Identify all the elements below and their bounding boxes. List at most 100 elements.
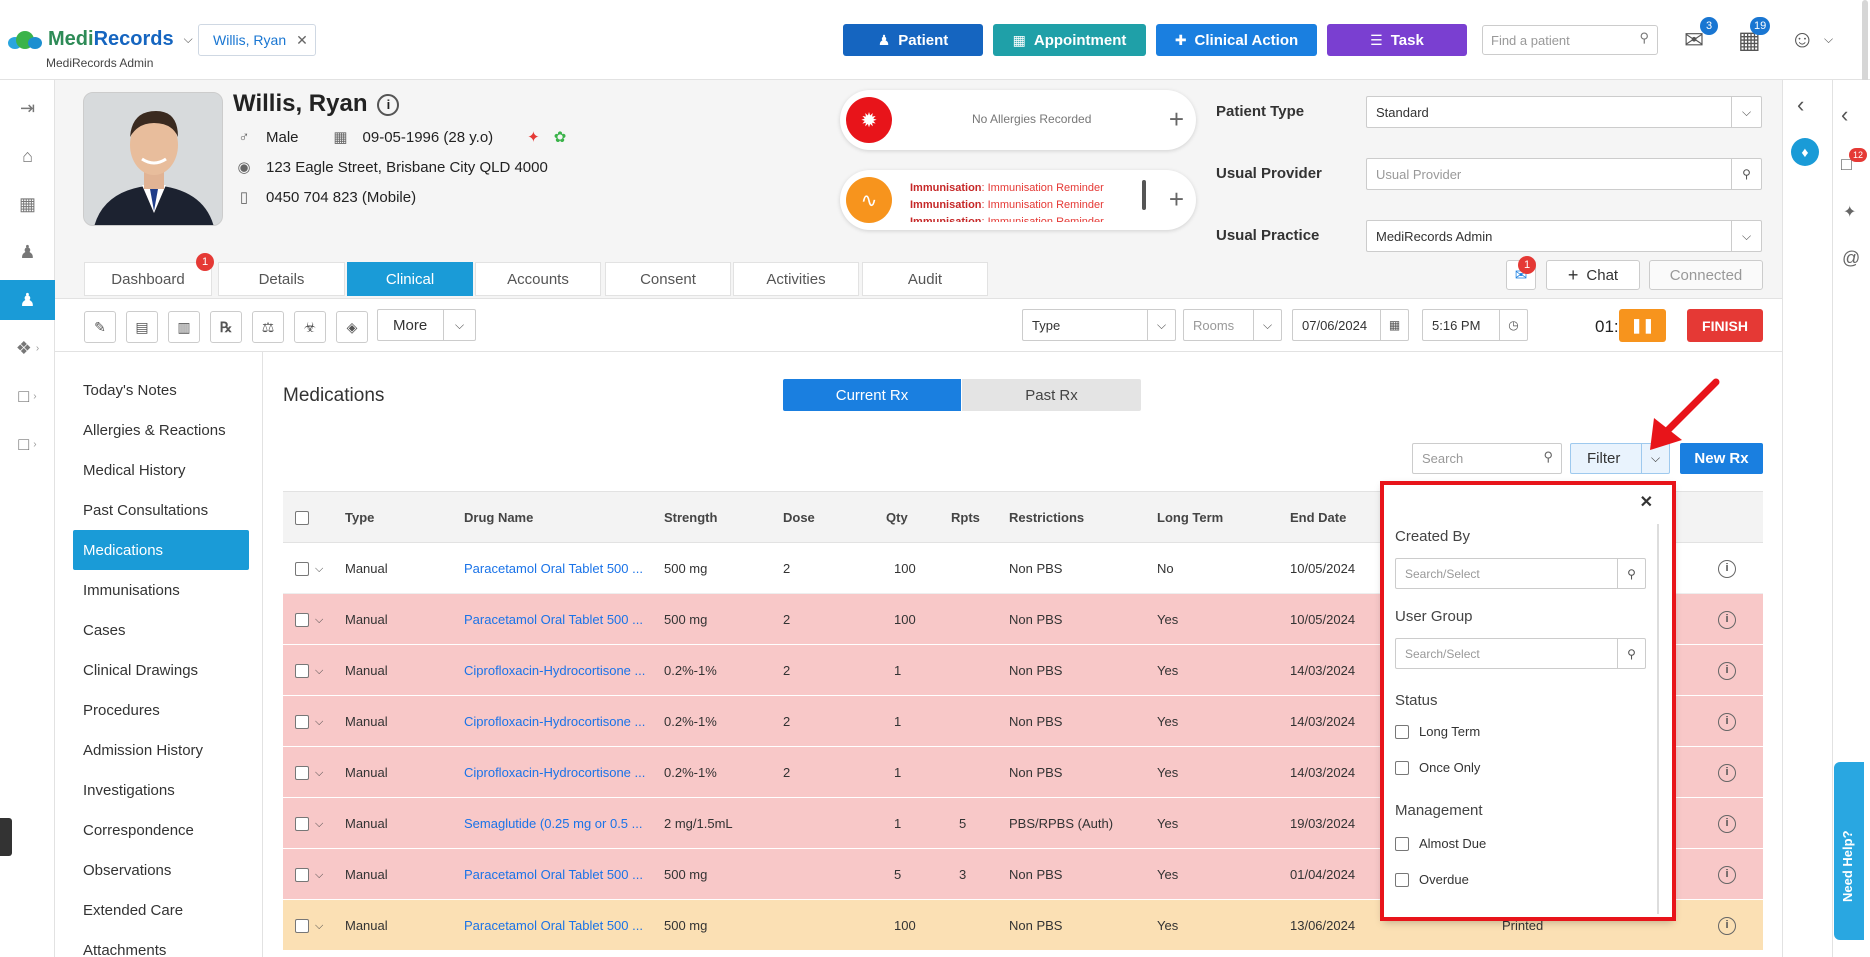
col-drug-name[interactable]: Drug Name: [464, 491, 664, 543]
nav-admission-history[interactable]: Admission History: [73, 730, 249, 770]
edit-note-icon[interactable]: ✎: [84, 311, 116, 343]
pause-button[interactable]: ❚❚: [1619, 309, 1666, 342]
tab-dashboard[interactable]: Dashboard: [84, 262, 212, 296]
nav-immunisations[interactable]: Immunisations: [73, 570, 249, 610]
tab-audit[interactable]: Audit: [862, 262, 988, 296]
row-checkbox[interactable]: [295, 765, 309, 780]
tab-details[interactable]: Details: [218, 262, 345, 296]
info-icon[interactable]: i: [1718, 712, 1736, 731]
drug-name-link[interactable]: Paracetamol Oral Tablet 500 ...: [464, 867, 643, 882]
nav-todays-notes[interactable]: Today's Notes: [73, 370, 249, 410]
reminder-item[interactable]: Immunisation: Immunisation Reminder: [910, 197, 1104, 214]
nav-correspondence[interactable]: Correspondence: [73, 810, 249, 850]
new-patient-button[interactable]: ♟ Patient: [843, 24, 983, 56]
side-widget-handle[interactable]: [0, 818, 12, 856]
info-icon[interactable]: i: [1718, 814, 1736, 833]
col-restrictions[interactable]: Restrictions: [1009, 491, 1157, 543]
tag-icon[interactable]: ♦: [1791, 138, 1819, 166]
nav-extended-care[interactable]: Extended Care: [73, 890, 249, 930]
calendar-icon[interactable]: ▦: [0, 184, 55, 224]
expand-chevron-icon[interactable]: ⌵: [315, 665, 323, 677]
nav-observations[interactable]: Observations: [73, 850, 249, 890]
user-avatar-icon[interactable]: ☺: [1790, 26, 1815, 54]
plant-icon[interactable]: ✿: [554, 128, 567, 146]
col-rpts[interactable]: Rpts: [951, 491, 1009, 543]
expand-chevron-icon[interactable]: ⌵: [315, 716, 323, 728]
nav-past-consultations[interactable]: Past Consultations: [73, 490, 249, 530]
find-patient-input[interactable]: Find a patient ⚲: [1482, 25, 1658, 55]
clinical-action-button[interactable]: ✚ Clinical Action: [1156, 24, 1317, 56]
nav-procedures[interactable]: Procedures: [73, 690, 249, 730]
prescription-icon[interactable]: ℞: [210, 311, 242, 343]
more-menu-button[interactable]: More ⌵: [377, 309, 476, 341]
nav-clinical-drawings[interactable]: Clinical Drawings: [73, 650, 249, 690]
medication-search-input[interactable]: Search ⚲: [1412, 443, 1562, 474]
nav-medical-history[interactable]: Medical History: [73, 450, 249, 490]
col-dose[interactable]: Dose: [783, 491, 886, 543]
info-icon[interactable]: i: [377, 93, 400, 116]
col-qty[interactable]: Qty: [886, 491, 951, 543]
info-icon[interactable]: i: [1718, 610, 1736, 629]
expand-chevron-icon[interactable]: ⌵: [315, 920, 323, 932]
expand-chevron-icon[interactable]: ⌵: [315, 614, 323, 626]
info-icon[interactable]: i: [1718, 763, 1736, 782]
add-reminder-button[interactable]: +: [1169, 184, 1184, 215]
rooms-select[interactable]: Rooms ⌵: [1183, 309, 1282, 341]
reminders-scrollbar[interactable]: [1142, 180, 1146, 210]
reminder-item[interactable]: Immunisation: Immunisation Reminder: [910, 214, 1104, 222]
row-checkbox[interactable]: [295, 714, 309, 729]
current-rx-toggle[interactable]: Current Rx: [783, 379, 961, 411]
tab-accounts[interactable]: Accounts: [475, 262, 601, 296]
nav-investigations[interactable]: Investigations: [73, 770, 249, 810]
select-all-checkbox[interactable]: [295, 510, 309, 525]
usual-practice-select[interactable]: MediRecords Admin ⌵: [1366, 220, 1762, 252]
nav-medications[interactable]: Medications: [73, 530, 249, 570]
info-icon[interactable]: i: [1718, 916, 1736, 935]
row-checkbox[interactable]: [295, 561, 309, 576]
col-strength[interactable]: Strength: [664, 491, 783, 543]
drug-name-link[interactable]: Paracetamol Oral Tablet 500 ...: [464, 918, 643, 933]
chevron-down-icon[interactable]: ⌵: [1824, 32, 1833, 47]
finish-button[interactable]: FINISH: [1687, 309, 1763, 342]
tab-activities[interactable]: Activities: [733, 262, 859, 296]
reminder-item[interactable]: Immunisation: Immunisation Reminder: [910, 180, 1104, 197]
app-logo[interactable]: MediRecords ⌵: [8, 28, 193, 51]
tab-consent[interactable]: Consent: [605, 262, 731, 296]
col-type[interactable]: Type: [345, 491, 464, 543]
drug-name-link[interactable]: Ciprofloxacin-Hydrocortisone ...: [464, 714, 645, 729]
expand-menu-icon[interactable]: ⇥: [0, 88, 55, 128]
folder-icon[interactable]: □ ›: [0, 376, 55, 416]
expand-chevron-icon[interactable]: ⌵: [315, 767, 323, 779]
chat-button[interactable]: + Chat: [1546, 260, 1640, 290]
drug-name-link[interactable]: Paracetamol Oral Tablet 500 ...: [464, 561, 643, 576]
new-task-button[interactable]: ☰ Task: [1327, 24, 1467, 56]
nav-attachments[interactable]: Attachments: [73, 930, 249, 957]
usual-provider-input[interactable]: Usual Provider ⚲: [1366, 158, 1762, 190]
row-checkbox[interactable]: [295, 867, 309, 882]
folder-share-icon[interactable]: □ ›: [0, 424, 55, 464]
row-checkbox[interactable]: [295, 663, 309, 678]
past-rx-toggle[interactable]: Past Rx: [962, 379, 1141, 411]
patients-group-icon[interactable]: ♟: [0, 232, 55, 272]
collapse-left-icon[interactable]: ‹: [1841, 102, 1848, 128]
info-icon[interactable]: i: [1718, 559, 1736, 578]
home-icon[interactable]: ⌂: [0, 136, 55, 176]
mention-icon[interactable]: @: [1842, 248, 1860, 269]
open-patient-chip[interactable]: Willis, Ryan ✕: [198, 24, 316, 56]
drug-name-link[interactable]: Semaglutide (0.25 mg or 0.5 ...: [464, 816, 642, 831]
type-select[interactable]: Type ⌵: [1022, 309, 1176, 341]
row-checkbox[interactable]: [295, 816, 309, 831]
need-help-button[interactable]: Need Help?: [1834, 762, 1864, 940]
alcohol-icon[interactable]: ✦: [527, 128, 540, 146]
new-appointment-button[interactable]: ▦ Appointment: [993, 24, 1146, 56]
collapse-left-icon[interactable]: ‹: [1797, 92, 1804, 118]
row-checkbox[interactable]: [295, 612, 309, 627]
date-input[interactable]: 07/06/2024 ▦: [1292, 309, 1409, 341]
expand-chevron-icon[interactable]: ⌵: [315, 818, 323, 830]
row-checkbox[interactable]: [295, 918, 309, 933]
drug-name-link[interactable]: Paracetamol Oral Tablet 500 ...: [464, 612, 643, 627]
nav-cases[interactable]: Cases: [73, 610, 249, 650]
col-long-term[interactable]: Long Term: [1157, 491, 1290, 543]
info-icon[interactable]: i: [1718, 661, 1736, 680]
report-icon[interactable]: ▥: [168, 311, 200, 343]
